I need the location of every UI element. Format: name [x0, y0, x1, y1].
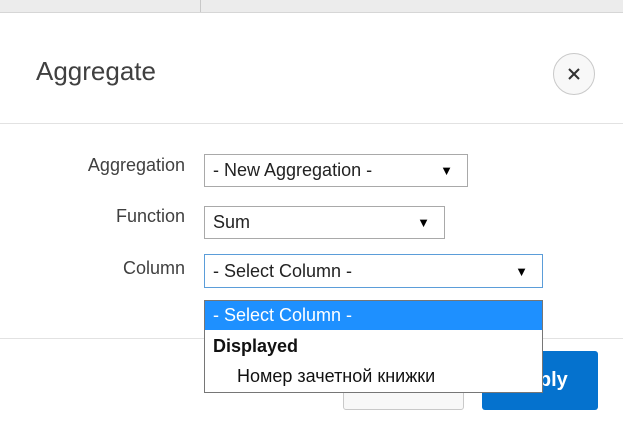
dialog-title: Aggregate — [36, 56, 156, 86]
column-dropdown-list: - Select Column - Displayed Номер зачетн… — [204, 300, 543, 393]
column-select[interactable]: - Select Column - ▼ — [204, 254, 543, 288]
column-select-value: - Select Column - — [213, 260, 353, 281]
aggregation-select-value: - New Aggregation - — [213, 160, 373, 180]
close-icon — [568, 68, 580, 80]
close-button[interactable] — [553, 53, 595, 95]
chevron-down-icon: ▼ — [440, 163, 453, 178]
aggregate-dialog: Aggregate Aggregation - New Aggregation … — [0, 12, 623, 437]
header-divider — [0, 123, 623, 124]
aggregation-label: Aggregation — [87, 155, 185, 175]
dropdown-option-column[interactable]: Номер зачетной книжки — [205, 362, 542, 391]
background-page-strip — [0, 0, 623, 12]
chevron-down-icon: ▼ — [515, 263, 528, 279]
background-divider — [200, 0, 201, 12]
function-select[interactable]: Sum ▼ — [204, 206, 445, 239]
function-select-value: Sum — [213, 212, 251, 232]
aggregation-select[interactable]: - New Aggregation - ▼ — [204, 154, 468, 187]
dropdown-option-select-column[interactable]: - Select Column - — [205, 301, 542, 330]
dropdown-group-displayed: Displayed — [213, 336, 299, 356]
chevron-down-icon: ▼ — [417, 215, 430, 230]
function-label: Function — [115, 206, 185, 226]
column-label: Column — [122, 258, 185, 278]
